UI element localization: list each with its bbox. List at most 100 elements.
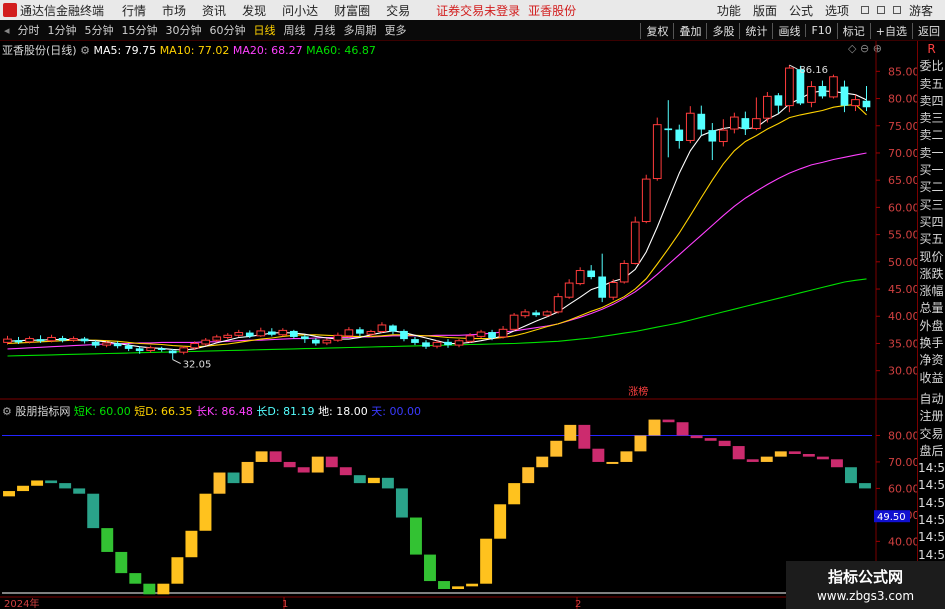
btn-f10[interactable]: F10 [805, 24, 836, 37]
sidebar-lower-item-1[interactable]: 注册 [918, 408, 945, 425]
candle-body [135, 348, 144, 352]
candle-body [587, 270, 596, 278]
sidebar-item-3[interactable]: 卖三 [918, 110, 945, 127]
menu-item-trade[interactable]: 交易 [386, 2, 410, 19]
sidebar-r-letter[interactable]: R [918, 41, 945, 58]
indicator-bar [466, 583, 479, 587]
indicator-bar [101, 528, 114, 552]
candle-body [47, 336, 56, 342]
menu-function[interactable]: 功能 [717, 2, 741, 19]
period-weekly[interactable]: 周线 [280, 22, 310, 38]
indicator-bar [269, 451, 282, 462]
candle-body [256, 330, 266, 337]
period-60min[interactable]: 60分钟 [206, 22, 250, 38]
indicator-bar [213, 472, 226, 494]
login-notice[interactable]: 证券交易未登录 [436, 2, 520, 19]
sidebar-item-12[interactable]: 涨跌 [918, 266, 945, 283]
sidebar-time-0[interactable]: 14:56 [918, 460, 945, 477]
period-daily[interactable]: 日线 [250, 22, 280, 38]
sidebar-item-1[interactable]: 卖五 [918, 76, 945, 93]
indicator-bar [606, 461, 619, 464]
menu-item-ask[interactable]: 问小达 [282, 2, 318, 19]
indicator-bar [578, 424, 591, 449]
close-icon[interactable] [892, 6, 901, 14]
menu-item-discover[interactable]: 发现 [242, 2, 266, 19]
low-label: 32.05 [183, 360, 212, 371]
menu-item-news[interactable]: 资讯 [202, 2, 226, 19]
maximize-icon[interactable] [876, 6, 885, 14]
candle-body [520, 311, 530, 317]
price-tick-label: 60.00 [888, 201, 917, 214]
menu-item-wealth[interactable]: 财富圈 [334, 2, 370, 19]
btn-restore-rights[interactable]: 复权 [640, 22, 673, 39]
period-intraday[interactable]: 分时 [14, 22, 44, 38]
sidebar-item-11[interactable]: 现价 [918, 249, 945, 266]
btn-back[interactable]: 返回 [912, 22, 945, 39]
sidebar-item-9[interactable]: 买四 [918, 214, 945, 231]
candle-body [245, 332, 254, 337]
period-5min[interactable]: 5分钟 [81, 22, 118, 38]
candle [400, 329, 408, 342]
btn-add-watchlist[interactable]: +自选 [869, 22, 912, 39]
candle [179, 345, 189, 355]
menu-formula[interactable]: 公式 [789, 2, 813, 19]
sidebar-item-18[interactable]: 收益 [918, 370, 945, 387]
sidebar-item-7[interactable]: 买二 [918, 179, 945, 196]
sidebar-time-1[interactable]: 14:56 [918, 477, 945, 494]
candle-body [741, 118, 750, 130]
period-monthly[interactable]: 月线 [310, 22, 340, 38]
btn-statistics[interactable]: 统计 [739, 22, 772, 39]
limit-up-tag: 涨榜 [628, 385, 648, 398]
stock-name-link[interactable]: 亚香股份 [528, 2, 576, 19]
candle [157, 346, 166, 352]
indicator-bar [746, 459, 759, 462]
candle [608, 279, 618, 300]
sidebar-lower-item-0[interactable]: 自动 [918, 391, 945, 408]
sidebar-time-2[interactable]: 14:56 [918, 495, 945, 512]
candle-body [488, 332, 496, 339]
sidebar-item-8[interactable]: 买三 [918, 197, 945, 214]
price-tick-label: 50.00 [888, 256, 917, 269]
sidebar-item-10[interactable]: 买五 [918, 231, 945, 248]
sidebar-item-17[interactable]: 净资 [918, 352, 945, 369]
sidebar-item-2[interactable]: 卖四 [918, 93, 945, 110]
btn-draw[interactable]: 画线 [772, 22, 805, 39]
indicator-bar [704, 438, 717, 441]
sidebar-lower-item-3[interactable]: 盘后 [918, 443, 945, 460]
btn-multi-stock[interactable]: 多股 [706, 22, 739, 39]
period-multi[interactable]: 多周期 [340, 22, 381, 38]
btn-overlay[interactable]: 叠加 [673, 22, 706, 39]
sidebar-time-4[interactable]: 14:56 [918, 529, 945, 546]
guest-label[interactable]: 游客 [909, 2, 933, 19]
menu-item-quotes[interactable]: 行情 [122, 2, 146, 19]
sidebar-item-13[interactable]: 涨幅 [918, 283, 945, 300]
scroll-left-icon[interactable]: ◂ [0, 24, 14, 37]
sidebar-item-4[interactable]: 卖二 [918, 127, 945, 144]
period-1min[interactable]: 1分钟 [44, 22, 81, 38]
menu-options[interactable]: 选项 [825, 2, 849, 19]
kline-chart[interactable]: 30.00 35.00 40.00 45.00 50.00 55.00 60.00 65.00… [0, 41, 917, 609]
period-30min[interactable]: 30分钟 [162, 22, 206, 38]
sidebar-item-15[interactable]: 外盘 [918, 318, 945, 335]
period-15min[interactable]: 15分钟 [118, 22, 162, 38]
sidebar-item-0[interactable]: 委比 [918, 58, 945, 75]
candle [146, 345, 156, 353]
candle-body [608, 282, 618, 298]
indicator-bar [297, 467, 310, 473]
sidebar-lower-item-2[interactable]: 交易 [918, 426, 945, 443]
menu-layout[interactable]: 版面 [753, 2, 777, 19]
candle [807, 81, 816, 108]
sidebar-time-3[interactable]: 14:56 [918, 512, 945, 529]
indicator-bar [353, 475, 366, 484]
btn-mark[interactable]: 标记 [836, 22, 870, 39]
sidebar-item-6[interactable]: 买一 [918, 162, 945, 179]
sidebar-item-14[interactable]: 总量 [918, 300, 945, 317]
candle-body [190, 342, 200, 349]
indicator-bar [774, 451, 787, 457]
candle-body [389, 325, 397, 332]
menu-item-market[interactable]: 市场 [162, 2, 186, 19]
sidebar-item-16[interactable]: 换手 [918, 335, 945, 352]
minimize-icon[interactable] [860, 6, 869, 14]
period-more[interactable]: 更多 [381, 22, 411, 38]
sidebar-item-5[interactable]: 卖一 [918, 145, 945, 162]
